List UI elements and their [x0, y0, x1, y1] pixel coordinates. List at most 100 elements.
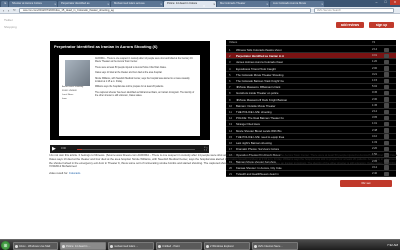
taskbar-item[interactable]: 2 Windows Explorer — [204, 241, 250, 250]
video-close-icon[interactable]: x — [201, 3, 207, 8]
taskbar-item-active[interactable]: Police: 14 dead in ... — [60, 241, 106, 250]
tab-label: Live Colorado Aurora Movie — [273, 2, 307, 5]
playlist-item[interactable]: 5 The Colorado Movie Theater Shooting 3:21 — [226, 72, 396, 78]
taskbar: ⊞ Inbox - Windows Live Mail Police: 14 d… — [0, 239, 400, 250]
playlist-item-selected[interactable]: 2 Perpetrator Identified as Iranian in A 4… — [226, 53, 396, 60]
app-icon — [254, 244, 257, 248]
app-icon — [206, 244, 209, 248]
sign-up-button[interactable]: sign up — [369, 22, 394, 28]
article-body: AURORA – There is one suspect in custody… — [95, 58, 196, 100]
search-input[interactable]: AVG Secure Search — [314, 8, 394, 13]
video-player[interactable]: Perpetrator Identified as Iranian in Aur… — [50, 41, 210, 140]
playlist-item[interactable]: 4 Eyewitness 'Friend Took Caught 2:00 — [226, 66, 396, 72]
playlist-item-duration: 0:45 — [372, 91, 378, 95]
video-result-link[interactable]: Colorado — [69, 171, 80, 175]
playlist-item-number: 1 — [229, 48, 231, 52]
video-progress-bar[interactable] — [77, 148, 195, 150]
play-icon[interactable]: ▶ — [52, 146, 56, 152]
tab-label: Ma Colorado Theater — [220, 2, 246, 5]
playlist-item[interactable]: 1 Witness Tells Colorado theatre shoot 2:1… — [226, 47, 396, 53]
video-thumb-icon — [384, 84, 389, 90]
playlist-item-title: Eyewitness 'Friend Took Caught — [236, 66, 276, 71]
taskbar-item[interactable]: Untitled - Paint — [156, 241, 202, 250]
playlist-item-duration: 3:05 — [372, 116, 378, 120]
playlist-item-number: 11 — [229, 110, 232, 114]
article-paragraph: Oates says 13 died at the theater and fo… — [95, 72, 163, 74]
taskbar-item-label: 2 Windows Explorer — [210, 244, 234, 248]
playlist-item-duration: 1:15 — [372, 79, 378, 82]
minimize-button[interactable]: – — [372, 0, 381, 5]
tab-label: Mohammed islam accusa — [114, 2, 145, 5]
playlist-item[interactable]: 16 Last night's Batman shooting 1:33 — [226, 140, 396, 146]
playlist-item-duration: 2:40 — [372, 172, 378, 175]
playlist-item[interactable]: 6 The Colorado Batman 'Dark Knight' ha 1:1… — [226, 78, 396, 84]
taskbar-item[interactable]: mohammed islam ... — [108, 241, 154, 250]
app-icon — [15, 244, 18, 248]
playlist-item[interactable]: 13 Stranger Died Here 1:01 — [226, 121, 396, 128]
playlist-item[interactable]: 17 Dramatic Photos: Survivors Colora 2:20 — [226, 146, 396, 153]
address-bar-row: ‹ › ↻ ww.cnn.com/2012/07/20/Police_15_de… — [0, 7, 400, 14]
article-side-label: Iowa — [62, 98, 67, 100]
forward-icon[interactable]: › — [6, 8, 11, 13]
taskbar-item[interactable]: AVG Internet Secu... — [252, 241, 298, 250]
taskbar-item-label: AVG Internet Secu... — [258, 244, 283, 248]
playlist-item[interactable]: 11 THE POLICE LIVE: shooting 2:12 — [226, 109, 396, 115]
playlist-item[interactable]: 9 ★Movie Massacre★ Dark Knight Batman 2:30 — [226, 97, 396, 103]
playlist-item-duration: 2:30 — [372, 97, 378, 101]
playlist-item-number: 10 — [229, 103, 233, 108]
video-progress-fill — [77, 148, 82, 150]
taskbar-item[interactable]: Inbox - Windows Live Mail — [13, 241, 58, 250]
playlist-item-number: 2 — [229, 54, 231, 59]
playlist-item-number: 7 — [229, 85, 231, 90]
sidebar-link-twitter[interactable]: Twitter — [4, 18, 40, 22]
playlist-item[interactable]: 12 POLICE: The Real Batman Theater Fo 3:05 — [226, 115, 396, 122]
video-article-frame: Aurora mass shooting FILED UNDER Local N… — [59, 55, 200, 136]
playlist-item-title: Tulsa20 and HealthNeews dead in — [236, 172, 279, 176]
add-reviews-button[interactable]: add reviews — [336, 22, 364, 28]
playlist-item-duration: 2:12 — [372, 110, 378, 113]
video-thumb-icon — [384, 72, 389, 77]
playlist-item-duration: 5:02 — [372, 85, 378, 89]
tab-label: Shooter at Aurora Colora — [12, 2, 42, 5]
video-title: Perpetrator Identified as Iranian in Aur… — [54, 44, 158, 49]
playlist-item[interactable]: 15 THE POLICE LIVE: need to equip thea 4:1… — [226, 134, 396, 140]
fullscreen-icon[interactable]: ⛶ — [204, 146, 207, 151]
article-side-label: FILED UNDER — [62, 90, 77, 92]
playlist-item[interactable]: 3 James Holmes Aurora Colorado theat 1:20 — [226, 59, 396, 66]
playlist-item[interactable]: 7 ★Movie Massacre ★Batman's Dark 5:02 — [226, 84, 396, 91]
refresh-icon[interactable]: ↻ — [12, 8, 17, 13]
video-description: I do not own this article. It belongs to… — [49, 154, 398, 169]
playlist-item-title: ★Movie Massacre ★Batman's Dark — [236, 85, 281, 90]
feedback-button[interactable]: Ilbr set — [340, 180, 392, 187]
playlist-item[interactable]: 14 Movie Shooter Blood Lands With Blo 2:48 — [226, 128, 396, 134]
video-thumb-icon — [384, 115, 389, 121]
playlist-item-duration: 4:01 — [372, 54, 378, 58]
playlist-item-title: Gunshots inside Theater on police — [236, 91, 279, 96]
playlist-item-title: The Colorado Batman 'Dark Knight' ha — [236, 79, 284, 83]
video-controls: ▶ 0:00 ⛶ — [50, 145, 209, 153]
sidebar-link-shopping[interactable]: Shopping — [4, 25, 40, 29]
playlist-item-duration: 1:33 — [372, 141, 378, 144]
playlist-item-duration: 4:10 — [372, 134, 378, 138]
playlist-item[interactable]: 21 Tulsa20 and HealthNeews dead in 2:40 — [226, 171, 396, 177]
playlist-item-number: 21 — [229, 172, 233, 176]
playlist-item[interactable]: 10 Batman: Outside Movie Theater 1:45 — [226, 103, 396, 109]
start-icon[interactable]: ⊞ — [1, 241, 10, 250]
video-thumb-icon — [384, 146, 389, 152]
video-time: 0:00 — [61, 147, 66, 150]
taskbar-item-label: mohammed islam ... — [114, 244, 139, 248]
url-input[interactable]: ww.cnn.com/2012/07/20/Police_15_dead_in_… — [19, 8, 311, 13]
playlist-item-duration: 2:00 — [372, 66, 378, 70]
playlist-item[interactable]: 8 Gunshots inside Theater on police 0:45 — [226, 90, 396, 97]
playlist-item-title: Dramatic Photos: Survivors Colora — [236, 147, 279, 152]
tab-label: Perpetrator identified as — [61, 2, 90, 5]
article-paragraph: Williams says the hospital was told to p… — [95, 86, 164, 88]
playlist-item-title: The Colorado Movie Theater Shooting — [236, 72, 284, 77]
playlist-item-number: 3 — [229, 60, 231, 65]
maximize-button[interactable]: □ — [381, 0, 390, 5]
taskbar-clock: 7:32 AM — [386, 243, 398, 247]
close-window-button[interactable]: x — [390, 0, 400, 5]
video-result-label: video result for: — [49, 171, 69, 175]
playlist-item-duration: 1:20 — [372, 60, 378, 64]
article-paragraph: There were at least 50 people injured to… — [95, 66, 167, 69]
